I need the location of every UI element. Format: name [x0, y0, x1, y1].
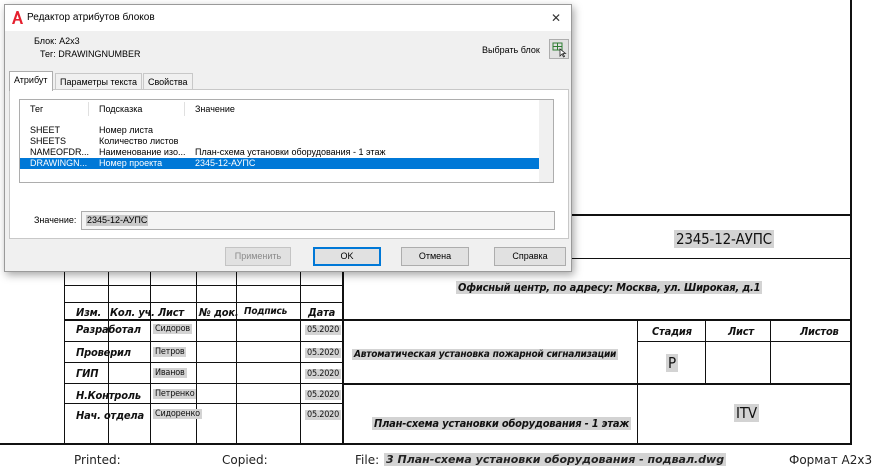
date-norm-control[interactable]: 05.2020 — [305, 390, 342, 400]
cancel-button[interactable]: Отмена — [401, 247, 469, 266]
table-row-selected[interactable]: DRAWINGN... Номер проекта 2345-12-АУПС — [20, 158, 540, 169]
vline — [705, 320, 706, 384]
autocad-logo-icon — [12, 11, 23, 24]
address-text[interactable]: Офисный центр, по адресу: Москва, ул. Ши… — [456, 281, 763, 294]
row-tag: DRAWINGN... — [30, 158, 88, 168]
sheet-header: Лист — [728, 325, 754, 338]
row-tag: NAMEOFDR... — [30, 147, 90, 157]
name-developer[interactable]: Сидоров — [153, 324, 192, 334]
row-value: План-схема установки оборудования - 1 эт… — [195, 147, 386, 157]
header-sign: Подпись — [244, 306, 288, 317]
vline — [637, 320, 638, 444]
column-header-value[interactable]: Значение — [195, 104, 235, 114]
tab-attribute[interactable]: Атрибут — [9, 71, 53, 91]
value-input[interactable]: 2345-12-АУПС — [81, 211, 555, 230]
tag-label: Тег: DRAWINGNUMBER — [40, 49, 141, 59]
name-norm-control[interactable]: Петренко — [153, 389, 197, 399]
hline — [342, 383, 852, 385]
table-scrollbar[interactable] — [539, 99, 554, 183]
dialog-title: Редактор атрибутов блоков — [27, 12, 155, 23]
header-change: Изм. — [76, 306, 102, 319]
header-doc: № док. — [199, 306, 239, 319]
role-head-of-department: Нач. отдела — [76, 409, 144, 422]
vline — [150, 320, 151, 444]
column-separator[interactable] — [184, 102, 185, 116]
row-tag: SHEETS — [30, 136, 67, 146]
row-tag: SHEET — [30, 125, 61, 135]
stage-header: Стадия — [652, 325, 692, 338]
frame-left-border — [64, 262, 65, 444]
printed-label: Printed: — [74, 453, 121, 467]
hline — [64, 319, 852, 321]
block-label: Блок: A2x3 — [34, 36, 80, 46]
org-value[interactable]: ITV — [734, 404, 759, 422]
stage-value[interactable]: Р — [666, 354, 678, 372]
table-row[interactable]: NAMEOFDR... Наименование изо... План-схе… — [20, 147, 540, 158]
system-name-text[interactable]: Автоматическая установка пожарной сигнал… — [352, 349, 619, 360]
name-checker[interactable]: Петров — [153, 347, 187, 357]
block-attribute-editor-dialog: Редактор атрибутов блоков ✕ Блок: A2x3 Т… — [4, 4, 572, 272]
copied-label: Copied: — [222, 453, 268, 467]
file-label: File: — [355, 453, 380, 467]
close-button[interactable]: ✕ — [541, 5, 571, 31]
row-prompt: Наименование изо... — [99, 147, 186, 157]
frame-bottom-border — [0, 443, 852, 445]
apply-button[interactable]: Применить — [225, 247, 291, 266]
column-separator[interactable] — [88, 102, 89, 116]
row-prompt: Количество листов — [99, 136, 179, 146]
role-norm-control: Н.Контроль — [76, 389, 141, 402]
header-count: Кол. уч. — [110, 306, 155, 319]
help-button[interactable]: Справка — [494, 247, 566, 266]
vline — [236, 262, 237, 444]
select-block-icon — [552, 42, 567, 58]
hline — [570, 258, 852, 259]
header-sheet: Лист — [158, 306, 184, 319]
date-chief-engineer[interactable]: 05.2020 — [305, 369, 342, 379]
vline — [300, 262, 301, 444]
role-chief-engineer: ГИП — [76, 367, 99, 380]
dialog-titlebar[interactable]: Редактор атрибутов блоков ✕ — [5, 5, 571, 31]
vline — [770, 320, 771, 384]
tab-properties[interactable]: Свойства — [143, 73, 193, 90]
name-head-of-department[interactable]: Сидоренко — [153, 409, 202, 419]
table-row[interactable]: SHEET Номер листа — [20, 125, 540, 136]
project-number-text[interactable]: 2345-12-АУПС — [674, 230, 774, 248]
value-input-text: 2345-12-АУПС — [86, 215, 149, 226]
select-block-label: Выбрать блок — [482, 45, 540, 55]
column-header-tag[interactable]: Тег — [30, 104, 43, 114]
row-value: 2345-12-АУПС — [195, 158, 256, 168]
date-developer[interactable]: 05.2020 — [305, 325, 342, 335]
format-label: Формат A2x3 — [789, 453, 873, 467]
sheet-title-text[interactable]: План-схема установки оборудования - 1 эт… — [372, 417, 632, 430]
value-label: Значение: — [34, 215, 77, 225]
row-prompt: Номер проекта — [99, 158, 163, 168]
name-chief-engineer[interactable]: Иванов — [153, 368, 187, 378]
row-prompt: Номер листа — [99, 125, 154, 135]
select-block-button[interactable] — [549, 39, 569, 59]
frame-right-border — [850, 0, 852, 444]
date-checker[interactable]: 05.2020 — [305, 348, 342, 358]
ok-button[interactable]: OK — [313, 247, 381, 266]
hline — [637, 341, 852, 342]
file-name[interactable]: 3 План-схема установки оборудования - по… — [384, 453, 727, 466]
column-header-prompt[interactable]: Подсказка — [99, 104, 142, 114]
header-date: Дата — [308, 306, 336, 319]
sheets-header: Листов — [800, 325, 839, 338]
attribute-table: Тег Подсказка Значение SHEET Номер листа… — [19, 99, 541, 183]
date-head-of-department[interactable]: 05.2020 — [305, 410, 342, 420]
role-checker: Проверил — [76, 346, 131, 359]
tab-text-options[interactable]: Параметры текста — [55, 73, 143, 90]
role-developer: Разработал — [76, 323, 141, 336]
table-row[interactable]: SHEETS Количество листов — [20, 136, 540, 147]
